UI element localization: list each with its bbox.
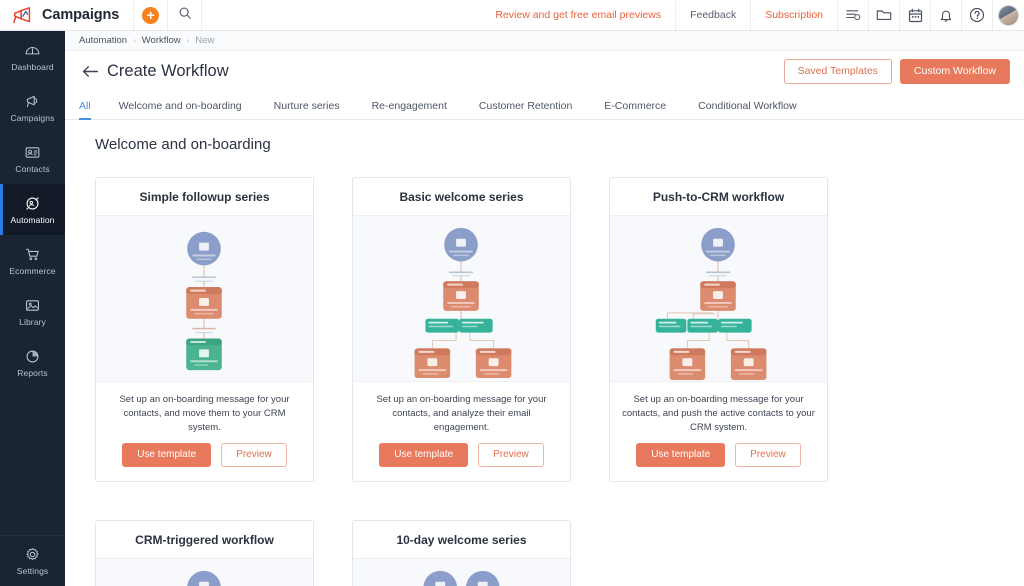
tab-re-engagement[interactable]: Re-engagement	[356, 92, 463, 119]
sidebar-item-contacts[interactable]: Contacts	[0, 133, 65, 184]
breadcrumb-item-new: New	[195, 35, 214, 46]
sidebar: Dashboard Campaigns	[0, 31, 65, 586]
user-avatar-image	[998, 5, 1019, 26]
card-description: Set up an on-boarding message for your c…	[353, 382, 570, 434]
search-button[interactable]	[168, 0, 202, 30]
arrow-left-icon[interactable]	[79, 61, 101, 83]
template-card[interactable]: Push-to-CRM workflow	[609, 177, 828, 482]
card-title: CRM-triggered workflow	[96, 521, 313, 558]
preview-button[interactable]: Preview	[221, 443, 287, 467]
topbar-link-feedback[interactable]: Feedback	[676, 0, 751, 30]
topbar-link-review[interactable]: Review and get free email previews	[481, 0, 676, 30]
contact-card-icon	[24, 144, 41, 161]
breadcrumb-separator-icon: ›	[133, 36, 136, 45]
template-card-grid: Simple followup series	[95, 177, 1010, 586]
template-card[interactable]: 10-day welcome series	[352, 520, 571, 586]
card-actions: Use template Preview	[610, 434, 827, 481]
sidebar-item-label: Library	[19, 317, 46, 327]
brand-name: Campaigns	[42, 7, 119, 23]
sidebar-item-dashboard[interactable]: Dashboard	[0, 31, 65, 82]
card-actions: Use template Preview	[353, 434, 570, 481]
breadcrumb-item-workflow[interactable]: Workflow	[142, 35, 181, 46]
megaphone-icon	[24, 93, 41, 110]
template-card[interactable]: CRM-triggered workflow Use template	[95, 520, 314, 586]
add-button[interactable]: +	[134, 0, 168, 30]
workflow-preview-diagram	[96, 215, 313, 382]
sidebar-item-label: Reports	[17, 368, 47, 378]
content-scroll-area[interactable]: Welcome and on-boarding Simple followup …	[65, 120, 1024, 586]
bell-icon[interactable]	[931, 0, 962, 30]
section-title: Welcome and on-boarding	[95, 136, 1010, 153]
breadcrumb-item-automation[interactable]: Automation	[79, 35, 127, 46]
automation-icon	[24, 195, 41, 212]
tab-customer-retention[interactable]: Customer Retention	[463, 92, 588, 119]
use-template-button[interactable]: Use template	[122, 443, 211, 467]
card-actions: Use template Preview	[96, 434, 313, 481]
body: Dashboard Campaigns	[0, 31, 1024, 586]
app-root: Campaigns + Review and get free email pr…	[0, 0, 1024, 586]
use-template-button[interactable]: Use template	[379, 443, 468, 467]
brand[interactable]: Campaigns	[0, 0, 134, 30]
sidebar-item-library[interactable]: Library	[0, 286, 65, 337]
topbar-link-subscription[interactable]: Subscription	[751, 0, 838, 30]
workflow-preview-diagram	[610, 215, 827, 382]
speedometer-icon	[24, 42, 41, 59]
preview-button[interactable]: Preview	[735, 443, 801, 467]
workflow-preview-diagram	[96, 558, 313, 586]
page-header: Create Workflow Saved Templates Custom W…	[65, 51, 1024, 92]
card-description: Set up an on-boarding message for your c…	[96, 382, 313, 434]
folder-icon[interactable]	[869, 0, 900, 30]
sidebar-item-label: Automation	[11, 215, 55, 225]
top-bar: Campaigns + Review and get free email pr…	[0, 0, 1024, 31]
sidebar-item-label: Ecommerce	[9, 266, 55, 276]
tab-welcome-and-on-boarding[interactable]: Welcome and on-boarding	[103, 92, 258, 119]
saved-templates-button[interactable]: Saved Templates	[784, 59, 892, 84]
tab-conditional-workflow[interactable]: Conditional Workflow	[682, 92, 812, 119]
sidebar-spacer	[0, 388, 65, 535]
sidebar-item-label: Campaigns	[11, 113, 55, 123]
tab-all[interactable]: All	[79, 92, 103, 119]
sidebar-item-automation[interactable]: Automation	[0, 184, 65, 235]
main-area: Automation › Workflow › New Create Workf…	[65, 31, 1024, 586]
pie-chart-icon	[24, 348, 41, 365]
sidebar-item-settings[interactable]: Settings	[0, 535, 65, 586]
custom-workflow-button[interactable]: Custom Workflow	[900, 59, 1010, 84]
workflow-preview-diagram	[353, 215, 570, 382]
help-icon[interactable]	[962, 0, 993, 30]
preview-button[interactable]: Preview	[478, 443, 544, 467]
tab-bar: All Welcome and on-boarding Nurture seri…	[65, 92, 1024, 120]
tab-nurture-series[interactable]: Nurture series	[258, 92, 356, 119]
plus-icon: +	[142, 7, 159, 24]
tab-e-commerce[interactable]: E-Commerce	[588, 92, 682, 119]
card-title: Basic welcome series	[353, 178, 570, 215]
card-description: Set up an on-boarding message for your c…	[610, 382, 827, 434]
list-check-icon[interactable]	[838, 0, 869, 30]
page-title: Create Workflow	[107, 62, 229, 81]
card-title: 10-day welcome series	[353, 521, 570, 558]
topbar-spacer	[202, 0, 481, 30]
campaigns-logo-icon	[12, 6, 34, 24]
sidebar-item-label: Contacts	[15, 164, 49, 174]
use-template-button[interactable]: Use template	[636, 443, 725, 467]
sidebar-item-campaigns[interactable]: Campaigns	[0, 82, 65, 133]
breadcrumb: Automation › Workflow › New	[65, 31, 1024, 51]
image-icon	[24, 297, 41, 314]
card-title: Push-to-CRM workflow	[610, 178, 827, 215]
gear-icon	[24, 546, 41, 563]
sidebar-item-reports[interactable]: Reports	[0, 337, 65, 388]
breadcrumb-separator-icon: ›	[187, 36, 190, 45]
template-card[interactable]: Basic welcome series	[352, 177, 571, 482]
sidebar-item-ecommerce[interactable]: Ecommerce	[0, 235, 65, 286]
sidebar-item-label: Dashboard	[11, 62, 53, 72]
cart-icon	[24, 246, 41, 263]
card-title: Simple followup series	[96, 178, 313, 215]
sidebar-item-label: Settings	[17, 566, 49, 576]
avatar[interactable]	[993, 0, 1024, 30]
template-card[interactable]: Simple followup series	[95, 177, 314, 482]
workflow-preview-diagram	[353, 558, 570, 586]
calendar-icon[interactable]	[900, 0, 931, 30]
search-icon	[178, 6, 192, 25]
